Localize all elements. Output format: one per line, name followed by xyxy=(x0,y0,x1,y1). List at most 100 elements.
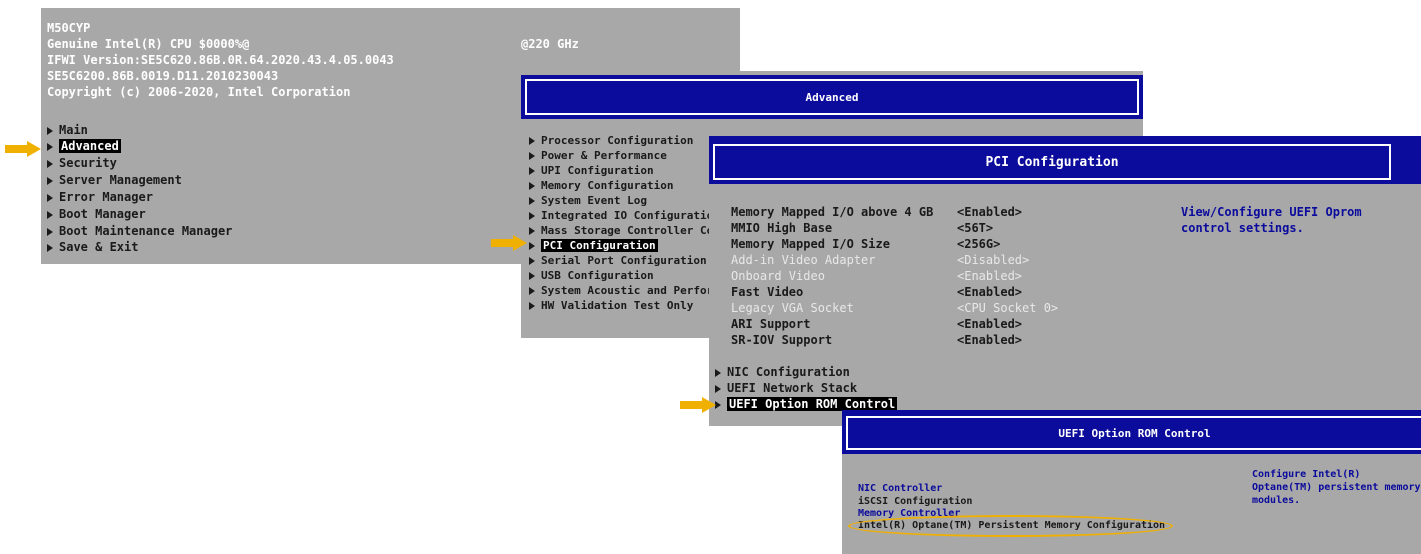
help-text-line-3: modules. xyxy=(1252,495,1301,506)
submenu-arrow-icon xyxy=(529,167,535,175)
menu-label: NIC Configuration xyxy=(727,365,850,379)
setting-legacy-vga-value: <CPU Socket 0> xyxy=(957,301,1059,315)
item-iscsi-configuration[interactable]: iSCSI Configuration xyxy=(858,497,972,507)
setting-ari-support-value[interactable]: <Enabled> xyxy=(957,318,1022,330)
submenu-arrow-icon xyxy=(47,159,53,168)
setting-fast-video-value[interactable]: <Enabled> xyxy=(957,286,1022,298)
setting-fast-video-label: Fast Video xyxy=(731,285,804,299)
pci-configuration-screen: PCI Configuration Memory Mapped I/O abov… xyxy=(709,136,1421,426)
cpu-info: Genuine Intel(R) CPU $0000%@ xyxy=(47,37,250,51)
menu-label: System Acoustic and Perform xyxy=(541,284,720,297)
submenu-arrow-icon xyxy=(529,242,535,250)
help-text-line-1: View/Configure UEFI Oprom xyxy=(1181,205,1362,219)
screen-title: UEFI Option ROM Control xyxy=(1058,426,1211,440)
submenu-arrow-icon xyxy=(529,197,535,205)
menu-item-advanced[interactable]: Advanced xyxy=(47,139,121,153)
menu-item-power-performance[interactable]: Power & Performance xyxy=(529,150,667,161)
menu-item-serial-port-configuration[interactable]: Serial Port Configuration xyxy=(529,255,707,266)
uefi-option-rom-control-screen: UEFI Option ROM Control NIC Controller i… xyxy=(842,410,1421,554)
menu-label: Save & Exit xyxy=(59,240,139,254)
submenu-arrow-icon xyxy=(47,227,53,236)
menu-item-server-management[interactable]: Server Management xyxy=(47,174,182,186)
submenu-arrow-icon xyxy=(47,243,53,252)
title-bar: UEFI Option ROM Control xyxy=(842,410,1421,454)
menu-item-system-acoustic[interactable]: System Acoustic and Perform xyxy=(529,285,720,296)
submenu-uefi-network-stack[interactable]: UEFI Network Stack xyxy=(715,382,857,394)
menu-item-usb-configuration[interactable]: USB Configuration xyxy=(529,270,654,281)
menu-label-selected: Advanced xyxy=(59,139,121,153)
screen-title: PCI Configuration xyxy=(985,154,1119,170)
setting-sr-iov-label: SR-IOV Support xyxy=(731,333,833,347)
submenu-arrow-icon xyxy=(47,176,53,185)
menu-item-mass-storage-controller[interactable]: Mass Storage Controller Con xyxy=(529,225,720,236)
copyright: Copyright (c) 2006-2020, Intel Corporati… xyxy=(47,85,351,99)
menu-item-main[interactable]: Main xyxy=(47,124,88,136)
menu-label-selected: PCI Configuration xyxy=(541,239,658,252)
submenu-arrow-icon xyxy=(529,137,535,145)
menu-item-integrated-io-configuration[interactable]: Integrated IO Configuration xyxy=(529,210,720,221)
menu-label: HW Validation Test Only xyxy=(541,299,694,312)
setting-onboard-video-value: <Enabled> xyxy=(957,269,1023,283)
menu-label: Processor Configuration xyxy=(541,134,694,147)
submenu-uefi-option-rom-control[interactable]: UEFI Option ROM Control xyxy=(715,397,898,411)
menu-label: USB Configuration xyxy=(541,269,654,282)
menu-item-system-event-log[interactable]: System Event Log xyxy=(529,195,647,206)
submenu-nic-configuration[interactable]: NIC Configuration xyxy=(715,366,850,378)
bios-version: SE5C6200.86B.0019.D11.2010230043 xyxy=(47,69,279,83)
item-nic-controller[interactable]: NIC Controller xyxy=(858,484,942,494)
menu-item-save-exit[interactable]: Save & Exit xyxy=(47,241,138,253)
menu-label: Error Manager xyxy=(59,190,153,204)
setting-mmio-high-base-value[interactable]: <56T> xyxy=(957,222,993,234)
menu-label: Server Management xyxy=(59,173,182,187)
menu-item-security[interactable]: Security xyxy=(47,157,117,169)
submenu-arrow-icon xyxy=(529,272,535,280)
setting-mmio-above-4gb-label: Memory Mapped I/O above 4 GB xyxy=(731,205,934,219)
setting-addin-video-value: <Disabled> xyxy=(957,253,1030,267)
help-text-line-2: control settings. xyxy=(1181,221,1304,235)
submenu-arrow-icon xyxy=(529,227,535,235)
menu-item-boot-maintenance-manager[interactable]: Boot Maintenance Manager xyxy=(47,225,232,237)
menu-item-hw-validation[interactable]: HW Validation Test Only xyxy=(529,300,693,311)
setting-mmio-size-value[interactable]: <256G> xyxy=(957,238,1000,250)
submenu-arrow-icon xyxy=(47,142,53,151)
ifwi-version: IFWI Version:SE5C620.86B.0R.64.2020.43.4… xyxy=(47,53,394,67)
menu-label: Boot Manager xyxy=(59,207,146,221)
menu-label: UEFI Network Stack xyxy=(727,381,858,395)
submenu-arrow-icon xyxy=(715,368,721,377)
setting-legacy-vga-label: Legacy VGA Socket xyxy=(731,301,854,315)
menu-item-processor-configuration[interactable]: Processor Configuration xyxy=(529,135,693,146)
setting-mmio-above-4gb-value[interactable]: <Enabled> xyxy=(957,206,1022,218)
menu-label: Boot Maintenance Manager xyxy=(59,224,233,238)
setting-ari-support-label: ARI Support xyxy=(731,317,811,331)
screen-title: Advanced xyxy=(805,90,859,104)
title-bar: Advanced xyxy=(521,75,1143,119)
menu-item-error-manager[interactable]: Error Manager xyxy=(47,191,153,203)
menu-label: Security xyxy=(59,156,117,170)
submenu-arrow-icon xyxy=(47,193,53,202)
setting-onboard-video-label: Onboard Video xyxy=(731,269,825,283)
setting-addin-video-label: Add-in Video Adapter xyxy=(731,253,876,267)
help-text-line-1: Configure Intel(R) xyxy=(1252,469,1361,480)
menu-label: UPI Configuration xyxy=(541,164,654,177)
submenu-arrow-icon xyxy=(529,287,535,295)
setting-mmio-high-base-label: MMIO High Base xyxy=(731,221,833,235)
menu-item-upi-configuration[interactable]: UPI Configuration xyxy=(529,165,654,176)
menu-item-memory-configuration[interactable]: Memory Configuration xyxy=(529,180,673,191)
submenu-arrow-icon xyxy=(715,384,721,393)
menu-label: Integrated IO Configuration xyxy=(541,209,720,222)
menu-label: Main xyxy=(59,123,88,137)
submenu-arrow-icon xyxy=(529,257,535,265)
submenu-arrow-icon xyxy=(47,210,53,219)
menu-item-boot-manager[interactable]: Boot Manager xyxy=(47,208,146,220)
submenu-arrow-icon xyxy=(529,152,535,160)
menu-label: Serial Port Configuration xyxy=(541,254,707,267)
menu-label: Power & Performance xyxy=(541,149,667,162)
highlight-arrow-icon xyxy=(680,397,718,413)
menu-item-pci-configuration[interactable]: PCI Configuration xyxy=(529,239,658,252)
title-bar: PCI Configuration xyxy=(709,136,1421,184)
title-frame: UEFI Option ROM Control xyxy=(846,416,1421,450)
help-text-line-2: Optane(TM) persistent memory xyxy=(1252,482,1421,493)
cpu-frequency: @220 GHz xyxy=(521,37,579,51)
highlight-ellipse xyxy=(848,515,1173,537)
setting-sr-iov-value[interactable]: <Enabled> xyxy=(957,334,1022,346)
